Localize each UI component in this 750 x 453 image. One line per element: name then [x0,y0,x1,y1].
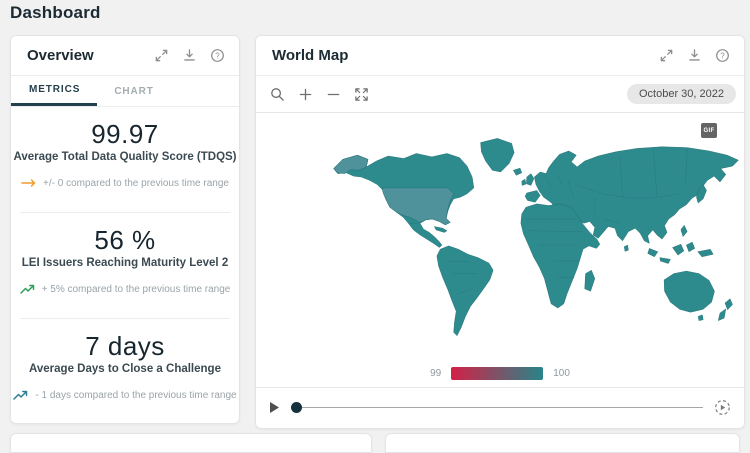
metric-delta-text: +/- 0 compared to the previous time rang… [43,178,229,189]
metric-delta-text: + 5% compared to the previous time range [42,284,231,295]
date-badge[interactable]: October 30, 2022 [627,84,736,104]
metric-label: Average Days to Close a Challenge [11,363,239,375]
map-plot-area[interactable]: GIF [256,113,744,387]
metric-maturity: 56 % LEI Issuers Reaching Maturity Level… [11,213,239,318]
map-region-uk [526,174,534,186]
help-icon[interactable]: ? [210,48,225,63]
expand-icon[interactable] [659,48,674,63]
zoom-search-icon[interactable] [270,87,285,102]
map-region-madagascar [585,270,595,291]
metric-value: 99.97 [11,120,239,150]
metric-value: 7 days [11,332,239,362]
overview-header: Overview ? [11,36,239,76]
next-row-card-right [385,433,740,453]
metric-delta: + 5% compared to the previous time range [11,284,239,295]
world-choropleth-map[interactable] [326,135,746,345]
timeline-slider-track[interactable] [302,407,703,408]
world-map-card: World Map ? October 30, 2022 [255,35,745,429]
trend-flat-icon [21,178,37,188]
map-region-sri-lanka [624,245,628,251]
map-region-sulawesi [686,242,694,252]
metric-label: Average Total Data Quality Score (TDQS) [11,151,239,163]
overview-header-icons: ? [154,48,225,63]
world-map-header-icons: ? [659,48,730,63]
map-region-tasmania [698,315,703,321]
map-region-philippines [681,225,687,236]
expand-icon[interactable] [154,48,169,63]
metric-value: 56 % [11,226,239,256]
svg-text:?: ? [720,51,725,60]
legend-max-label: 100 [553,368,570,379]
play-icon[interactable] [269,401,280,414]
map-region-ireland [522,179,526,185]
map-region-iceland [513,168,521,175]
metric-label: LEI Issuers Reaching Maturity Level 2 [11,257,239,269]
map-region-iberia [525,190,540,202]
tab-chart[interactable]: CHART [97,76,171,106]
metric-delta-text: - 1 days compared to the previous time r… [35,390,236,401]
timeline-slider-handle[interactable] [291,402,302,413]
zoom-out-icon[interactable] [326,87,341,102]
map-region-caribbean [434,227,447,233]
zoom-in-icon[interactable] [298,87,313,102]
map-legend: 99 100 [256,367,744,380]
metric-challenge: 7 days Average Days to Close a Challenge… [11,319,239,424]
map-region-australia [664,271,714,312]
map-toolbar: October 30, 2022 [256,76,744,113]
metric-delta: +/- 0 compared to the previous time rang… [11,178,239,189]
map-region-new-guinea [698,249,714,257]
legend-gradient-bar [451,367,543,380]
timeline-player [256,387,744,427]
map-region-borneo [673,244,684,255]
world-map-title: World Map [272,47,659,64]
next-row-card-left [10,433,372,453]
trend-up-icon [13,390,29,401]
legend-min-label: 99 [430,368,441,379]
metric-tdqs: 99.97 Average Total Data Quality Score (… [11,107,239,212]
fullscreen-icon[interactable] [354,87,369,102]
map-region-sumatra [648,248,658,256]
replay-speed-icon[interactable] [714,399,731,416]
map-region-java [660,258,671,264]
map-region-greenland [481,138,515,172]
page-title: Dashboard [10,3,101,23]
overview-card: Overview ? METRICS CHART 99.97 Average T… [10,35,240,424]
svg-text:?: ? [215,51,220,60]
map-region-new-zealand [718,299,732,321]
overview-tabs: METRICS CHART [11,76,239,107]
overview-title: Overview [27,47,154,64]
download-icon[interactable] [182,48,197,63]
timeline-slider[interactable] [291,402,703,413]
download-icon[interactable] [687,48,702,63]
metric-delta: - 1 days compared to the previous time r… [11,390,239,401]
help-icon[interactable]: ? [715,48,730,63]
world-map-header: World Map ? [256,36,744,76]
tab-metrics[interactable]: METRICS [11,76,97,106]
trend-up-icon [20,284,36,295]
map-region-united-states [382,188,453,225]
map-region-south-america [437,246,493,336]
